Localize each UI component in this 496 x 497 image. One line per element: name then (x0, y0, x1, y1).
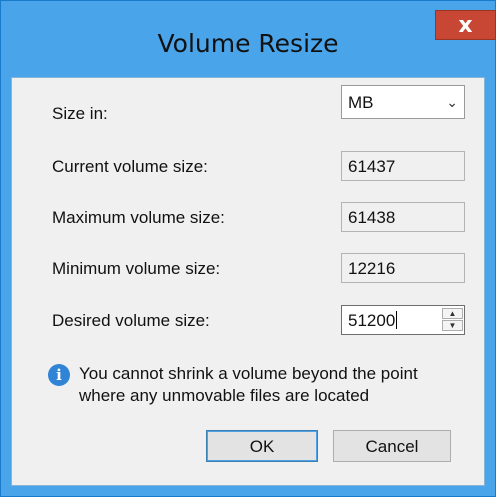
current-volume-label: Current volume size: (52, 157, 208, 176)
current-volume-field: 61437 (341, 151, 465, 181)
info-message: You cannot shrink a volume beyond the po… (79, 363, 469, 407)
spin-up-button[interactable]: ▲ (442, 308, 463, 319)
maximum-volume-label: Maximum volume size: (52, 208, 225, 227)
ok-button[interactable]: OK (206, 430, 318, 462)
chevron-down-icon: ⌄ (446, 94, 458, 110)
maximum-volume-field: 61438 (341, 202, 465, 232)
maximum-volume-value: 61438 (348, 208, 396, 227)
minimum-volume-value: 12216 (348, 259, 396, 278)
size-unit-value: MB (348, 93, 374, 112)
spin-down-button[interactable]: ▼ (442, 320, 463, 331)
dialog-body: Size in: MB ⌄ Current volume size: 61437… (11, 77, 485, 486)
text-cursor (396, 311, 398, 329)
volume-resize-window: Volume Resize x Size in: MB ⌄ Current vo… (0, 0, 496, 497)
desired-volume-value: 51200 (348, 311, 396, 330)
desired-volume-label: Desired volume size: (52, 311, 210, 330)
current-volume-value: 61437 (348, 157, 396, 176)
size-unit-select[interactable]: MB ⌄ (341, 85, 465, 119)
cancel-button[interactable]: Cancel (333, 430, 451, 462)
desired-volume-spinner[interactable]: ▲ ▼ (442, 308, 463, 332)
info-icon: i (48, 364, 70, 386)
desired-volume-input[interactable]: 51200 ▲ ▼ (341, 305, 465, 335)
window-title: Volume Resize (157, 29, 339, 58)
minimum-volume-label: Minimum volume size: (52, 259, 221, 278)
close-button[interactable]: x (435, 10, 496, 40)
info-line-1: You cannot shrink a volume beyond the po… (79, 364, 418, 383)
minimum-volume-field: 12216 (341, 253, 465, 283)
size-in-label: Size in: (52, 104, 108, 123)
info-line-2: where any unmovable files are located (79, 386, 370, 405)
title-bar[interactable]: Volume Resize x (1, 1, 496, 77)
close-icon: x (458, 13, 473, 38)
